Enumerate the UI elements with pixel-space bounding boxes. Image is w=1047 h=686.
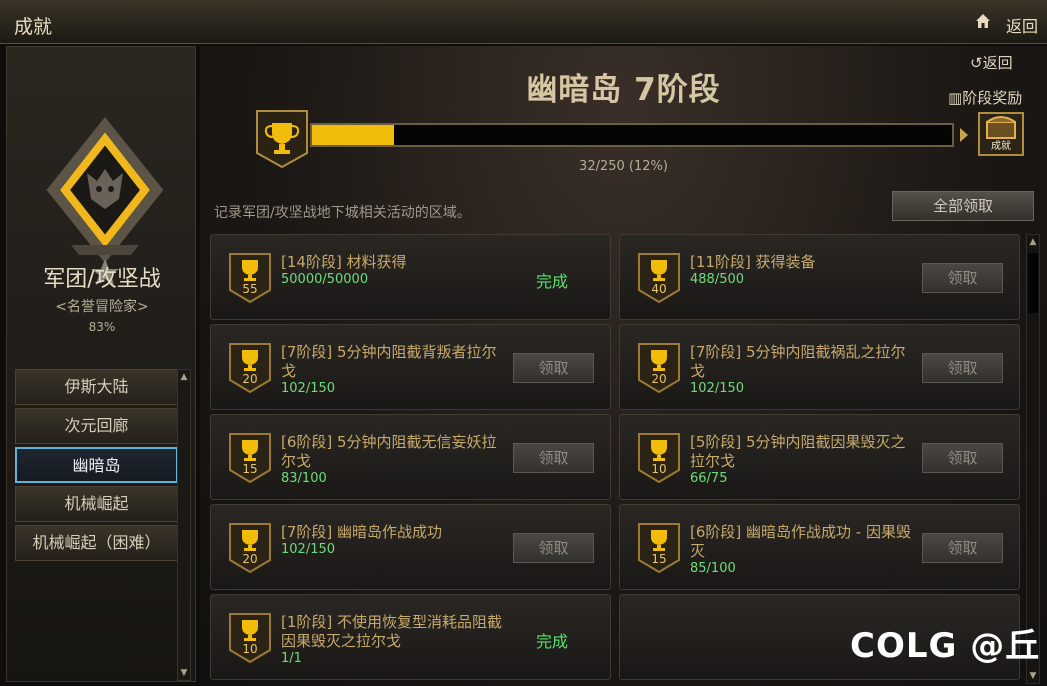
trophy-icon: 55 — [228, 252, 272, 304]
achievement-progress: 50000/50000 — [281, 272, 369, 287]
achievement-card: 20 [7阶段] 5分钟内阻截祸乱之拉尔戈 102/150 领取 — [619, 324, 1020, 410]
achievement-claim-button[interactable]: 领取 — [922, 263, 1003, 293]
trophy-icon: 20 — [228, 342, 272, 394]
achievement-title: [7阶段] 5分钟内阻截背叛者拉尔戈 — [281, 343, 497, 380]
achievement-progress: 1/1 — [281, 651, 302, 666]
nav-item-machine-rise-hard[interactable]: 机械崛起（困难） — [15, 525, 178, 561]
achievement-points: 20 — [242, 372, 258, 386]
achievement-claim-button[interactable]: 领取 — [922, 533, 1003, 563]
achievement-title: [7阶段] 5分钟内阻截祸乱之拉尔戈 — [690, 343, 906, 380]
guild-emblem-icon — [35, 95, 175, 285]
stage-progress-bar — [310, 123, 954, 147]
achievement-claim-button[interactable]: 领取 — [922, 353, 1003, 383]
nav-scrollbar[interactable]: ▲ ▼ — [177, 369, 191, 681]
achievement-title: [6阶段] 5分钟内阻截无信妄妖拉尔戈 — [281, 433, 497, 470]
trophy-icon: 40 — [637, 252, 681, 304]
trophy-icon: 20 — [637, 342, 681, 394]
achievement-points: 40 — [651, 282, 667, 296]
achievement-progress: 83/100 — [281, 471, 327, 486]
achievement-card: 20 [7阶段] 5分钟内阻截背叛者拉尔戈 102/150 领取 — [210, 324, 611, 410]
back-button[interactable]: 返回 — [1006, 13, 1038, 37]
achievement-title: [14阶段] 材料获得 — [281, 253, 407, 271]
scroll-thumb[interactable] — [1028, 253, 1038, 313]
achievement-panel: ↺返回 ▥阶段奖励 幽暗岛 7阶段 成就 32/250 (12%) 记录军团/攻… — [200, 46, 1047, 686]
achievement-title: [6阶段] 幽暗岛作战成功 - 因果毁灭 — [690, 523, 911, 560]
achievement-claim-button[interactable]: 领取 — [513, 533, 594, 563]
nav-item-dark-island[interactable]: 幽暗岛 — [15, 447, 178, 483]
scroll-down-icon[interactable]: ▼ — [178, 666, 190, 680]
reward-chest-icon[interactable]: 成就 — [978, 112, 1024, 156]
achievement-points: 20 — [651, 372, 667, 386]
achievement-points: 20 — [242, 552, 258, 566]
achievement-progress: 85/100 — [690, 561, 736, 576]
trophy-icon: 10 — [228, 612, 272, 664]
achievement-points: 15 — [651, 552, 667, 566]
achievement-progress: 102/150 — [281, 542, 336, 557]
achievement-card: 10 [1阶段] 不使用恢复型消耗品阻截因果毁灭之拉尔戈 1/1 完成 — [210, 594, 611, 680]
achievement-card: 40 [11阶段] 获得装备 488/500 领取 — [619, 234, 1020, 320]
achievement-claim-button[interactable]: 领取 — [513, 353, 594, 383]
achievement-card: 55 [14阶段] 材料获得 50000/50000 完成 — [210, 234, 611, 320]
achievement-card: 10 [5阶段] 5分钟内阻截因果毁灭之拉尔戈 66/75 领取 — [619, 414, 1020, 500]
achievement-title: [5阶段] 5分钟内阻截因果毁灭之拉尔戈 — [690, 433, 906, 470]
stage-title: 幽暗岛 7阶段 — [526, 72, 721, 108]
achievement-card: 20 [7阶段] 幽暗岛作战成功 102/150 领取 — [210, 504, 611, 590]
achievement-complete-label: 完成 — [536, 272, 569, 291]
achievement-points: 15 — [242, 462, 258, 476]
nav-item-dimension-corridor[interactable]: 次元回廊 — [15, 408, 178, 444]
trophy-icon: 10 — [637, 432, 681, 484]
nav-item-machine-rise[interactable]: 机械崛起 — [15, 486, 178, 522]
achievement-claim-button[interactable]: 领取 — [513, 443, 594, 473]
achievement-title: [1阶段] 不使用恢复型消耗品阻截因果毁灭之拉尔戈 — [281, 613, 503, 650]
achievement-progress: 102/150 — [281, 381, 336, 396]
achievement-points: 10 — [242, 642, 258, 656]
achievement-points: 10 — [651, 462, 667, 476]
category-title: <名誉冒险家> — [55, 299, 149, 315]
dungeon-nav-list: 伊斯大陆 次元回廊 幽暗岛 机械崛起 机械崛起（困难） — [15, 369, 178, 564]
achievement-progress: 488/500 — [690, 272, 745, 287]
category-sidebar: 军团/攻坚战 <名誉冒险家> 83% 伊斯大陆 次元回廊 幽暗岛 机械崛起 机械… — [6, 46, 196, 682]
scroll-up-icon[interactable]: ▲ — [178, 370, 190, 384]
stage-progress-fill — [312, 125, 394, 145]
achievement-progress: 102/150 — [690, 381, 745, 396]
trophy-icon: 20 — [228, 522, 272, 574]
achievement-card: 15 [6阶段] 幽暗岛作战成功 - 因果毁灭 85/100 领取 — [619, 504, 1020, 590]
achievement-title: [7阶段] 幽暗岛作战成功 — [281, 523, 443, 541]
scroll-down-icon[interactable]: ▼ — [1027, 669, 1039, 683]
home-icon[interactable] — [974, 12, 994, 32]
region-description: 记录军团/攻坚战地下城相关活动的区域。 — [214, 205, 471, 221]
scroll-up-icon[interactable]: ▲ — [1027, 235, 1039, 249]
watermark: COLG @丘 — [850, 626, 1041, 666]
window-title: 成就 — [14, 16, 53, 38]
achievement-points: 55 — [242, 282, 258, 296]
achievement-scrollbar[interactable]: ▲ ▼ — [1026, 234, 1040, 684]
achievement-progress: 66/75 — [690, 471, 728, 486]
nav-item-isys[interactable]: 伊斯大陆 — [15, 369, 178, 405]
achievement-card: 15 [6阶段] 5分钟内阻截无信妄妖拉尔戈 83/100 领取 — [210, 414, 611, 500]
category-percent: 83% — [88, 320, 116, 334]
title-bar: 成就 返回 — [0, 0, 1047, 44]
trophy-icon: 15 — [228, 432, 272, 484]
achievement-complete-label: 完成 — [536, 632, 569, 651]
category-name: 军团/攻坚战 — [43, 267, 161, 292]
trophy-icon: 15 — [637, 522, 681, 574]
achievement-claim-button[interactable]: 领取 — [922, 443, 1003, 473]
reward-chest-label: 成就 — [991, 141, 1011, 152]
stage-progress-text: 32/250 (12%) — [579, 159, 668, 174]
achievement-title: [11阶段] 获得装备 — [690, 253, 816, 271]
progress-arrow-icon — [960, 128, 968, 142]
claim-all-button[interactable]: 全部领取 — [892, 191, 1034, 221]
